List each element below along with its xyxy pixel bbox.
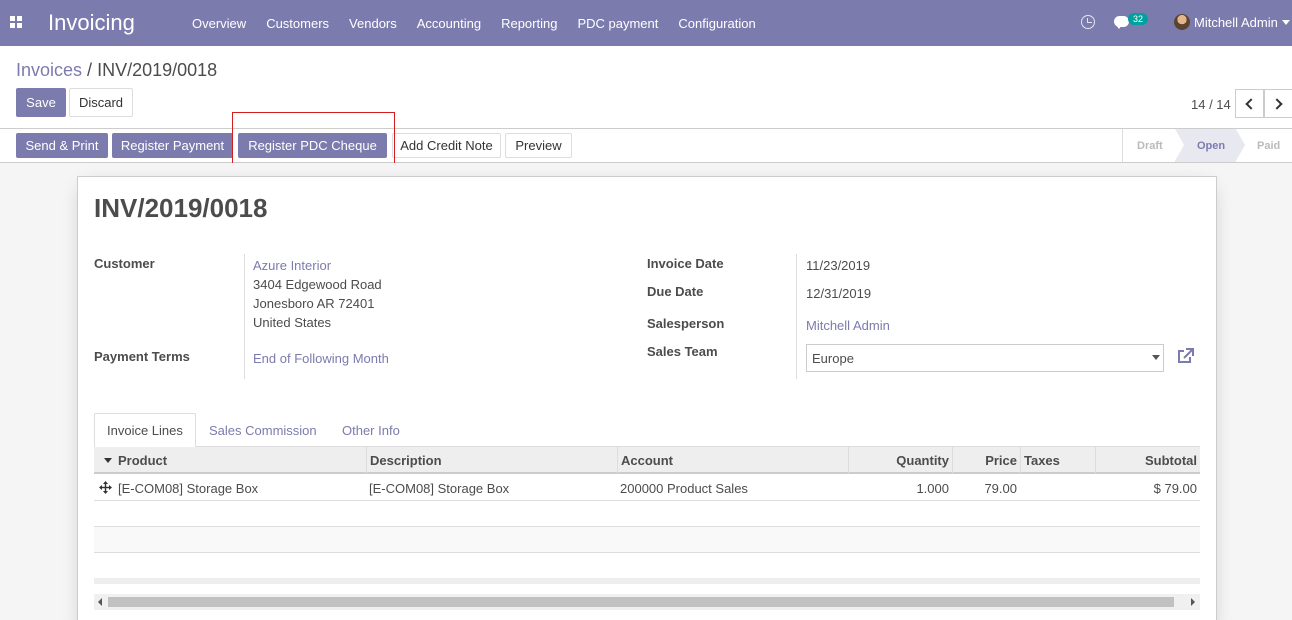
user-name[interactable]: Mitchell Admin: [1194, 15, 1278, 30]
statusbar: Send & Print Register Payment Register P…: [0, 129, 1292, 163]
table-row[interactable]: [E-COM08] Storage Box [E-COM08] Storage …: [94, 475, 1200, 501]
field-divider: [244, 254, 245, 379]
column-price[interactable]: Price: [952, 447, 1020, 473]
cell-price: 79.00: [984, 480, 1017, 496]
pager-previous-button[interactable]: [1235, 89, 1264, 118]
main-menu: Overview Customers Vendors Accounting Re…: [182, 0, 766, 46]
salesperson-label: Salesperson: [647, 316, 725, 331]
invoice-lines-header: Product Description Account Quantity Pri…: [94, 447, 1200, 474]
external-link-icon[interactable]: [1176, 348, 1194, 365]
column-subtotal[interactable]: Subtotal: [1095, 447, 1200, 473]
cell-subtotal: $ 79.00: [1153, 480, 1197, 496]
invoice-date-value[interactable]: 11/23/2019: [806, 258, 870, 273]
table-footer: [94, 578, 1200, 584]
column-taxes[interactable]: Taxes: [1020, 447, 1096, 473]
customer-address-line: Jonesboro AR 72401: [253, 296, 375, 311]
chat-icon[interactable]: [1114, 16, 1129, 29]
breadcrumb: Invoices / INV/2019/0018: [16, 60, 217, 81]
sales-team-label: Sales Team: [647, 344, 718, 359]
control-panel: Invoices / INV/2019/0018 Save Discard 14…: [0, 46, 1292, 129]
pager-value: 14 / 14: [1191, 97, 1231, 112]
save-button[interactable]: Save: [16, 88, 66, 117]
scroll-left-arrow-icon[interactable]: [98, 598, 102, 606]
due-date-label: Due Date: [647, 284, 704, 299]
menu-item-customers[interactable]: Customers: [256, 16, 339, 31]
invoice-number-title: INV/2019/0018: [94, 193, 268, 223]
tab-invoice-lines[interactable]: Invoice Lines: [94, 413, 196, 448]
top-navbar: Invoicing Overview Customers Vendors Acc…: [0, 0, 1292, 46]
table-row-empty[interactable]: [94, 501, 1200, 527]
drag-handle-icon[interactable]: [99, 481, 112, 494]
table-row-empty[interactable]: [94, 553, 1200, 579]
payment-terms-link[interactable]: End of Following Month: [253, 351, 389, 366]
activity-clock-icon[interactable]: [1081, 15, 1095, 29]
breadcrumb-current: INV/2019/0018: [97, 60, 218, 80]
sort-caret-icon[interactable]: [104, 458, 112, 463]
status-stages: Draft Open Paid: [1122, 129, 1292, 162]
table-row-empty[interactable]: [94, 527, 1200, 553]
tab-sales-commission[interactable]: Sales Commission: [197, 413, 329, 447]
scroll-right-arrow-icon[interactable]: [1191, 598, 1195, 606]
payment-terms-label: Payment Terms: [94, 349, 190, 364]
register-pdc-cheque-button[interactable]: Register PDC Cheque: [238, 133, 387, 158]
chevron-right-icon: [1271, 97, 1283, 110]
breadcrumb-invoices-link[interactable]: Invoices: [16, 60, 82, 80]
tab-other-info[interactable]: Other Info: [330, 413, 412, 447]
stage-paid-label: Paid: [1257, 139, 1281, 152]
cell-product: [E-COM08] Storage Box: [118, 480, 259, 496]
user-avatar[interactable]: [1174, 14, 1190, 30]
field-divider: [796, 254, 797, 379]
app-title: Invoicing: [48, 10, 135, 35]
menu-item-overview[interactable]: Overview: [182, 16, 256, 31]
chevron-left-icon: [1245, 97, 1257, 110]
customer-label: Customer: [94, 256, 155, 271]
add-credit-note-button[interactable]: Add Credit Note: [392, 133, 501, 158]
apps-grid-icon[interactable]: [10, 16, 22, 28]
stage-draft-label: Draft: [1137, 139, 1163, 152]
column-description[interactable]: Description: [366, 447, 617, 473]
menu-item-pdc-payment[interactable]: PDC payment: [567, 16, 668, 31]
column-quantity[interactable]: Quantity: [848, 447, 952, 473]
horizontal-scrollbar[interactable]: [94, 594, 1200, 610]
invoice-date-label: Invoice Date: [647, 256, 724, 271]
register-payment-button[interactable]: Register Payment: [112, 133, 233, 158]
customer-address-line: United States: [253, 315, 332, 330]
discard-button[interactable]: Discard: [69, 88, 133, 117]
due-date-value[interactable]: 12/31/2019: [806, 286, 871, 301]
pager-next-button[interactable]: [1264, 89, 1292, 118]
stage-draft[interactable]: Draft: [1123, 129, 1184, 162]
chat-count-badge: 32: [1128, 13, 1149, 25]
salesperson-link[interactable]: Mitchell Admin: [806, 318, 890, 333]
column-account[interactable]: Account: [617, 447, 848, 473]
cell-taxes: [1020, 475, 1096, 501]
select-caret-icon[interactable]: [1152, 355, 1160, 360]
breadcrumb-separator: /: [82, 60, 98, 80]
cell-quantity: 1.000: [916, 480, 949, 496]
cell-account: 200000 Product Sales: [620, 480, 748, 496]
stage-open[interactable]: Open: [1175, 129, 1245, 162]
sales-team-select[interactable]: Europe: [806, 344, 1164, 372]
menu-item-configuration[interactable]: Configuration: [668, 16, 765, 31]
menu-item-reporting[interactable]: Reporting: [491, 16, 567, 31]
cell-description: [E-COM08] Storage Box: [369, 480, 510, 496]
customer-address-line: 3404 Edgewood Road: [253, 277, 382, 292]
stage-open-label: Open: [1197, 139, 1226, 152]
scrollbar-thumb[interactable]: [108, 597, 1174, 607]
menu-item-accounting[interactable]: Accounting: [407, 16, 491, 31]
customer-link[interactable]: Azure Interior: [253, 258, 331, 273]
preview-button[interactable]: Preview: [505, 133, 572, 158]
send-print-button[interactable]: Send & Print: [16, 133, 108, 158]
notebook-tabs: Invoice Lines Sales Commission Other Inf…: [94, 413, 1200, 448]
menu-item-vendors[interactable]: Vendors: [339, 16, 407, 31]
column-product[interactable]: Product: [115, 447, 366, 473]
user-menu-caret-icon[interactable]: [1282, 20, 1290, 25]
